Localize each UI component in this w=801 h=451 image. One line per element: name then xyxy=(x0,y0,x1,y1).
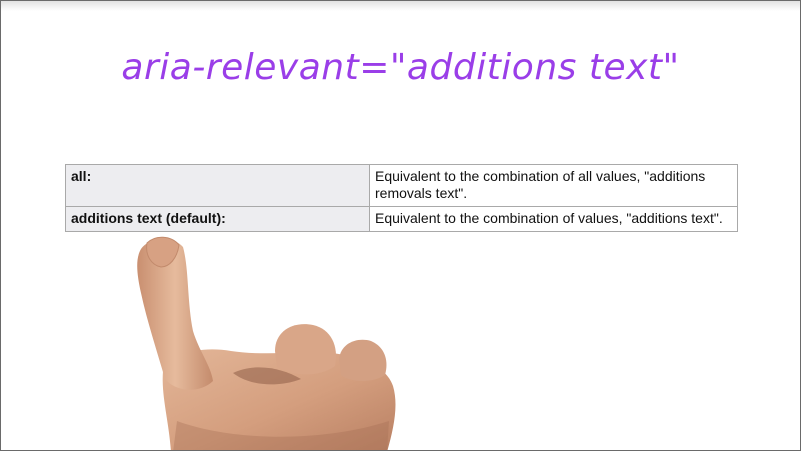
ring-finger-knuckle xyxy=(339,339,387,381)
pointing-hand-image xyxy=(137,236,396,450)
index-finger xyxy=(137,238,213,390)
video-frame: aria-relevant="additions text" all: Equi… xyxy=(0,0,801,451)
middle-finger-knuckle xyxy=(275,324,337,375)
